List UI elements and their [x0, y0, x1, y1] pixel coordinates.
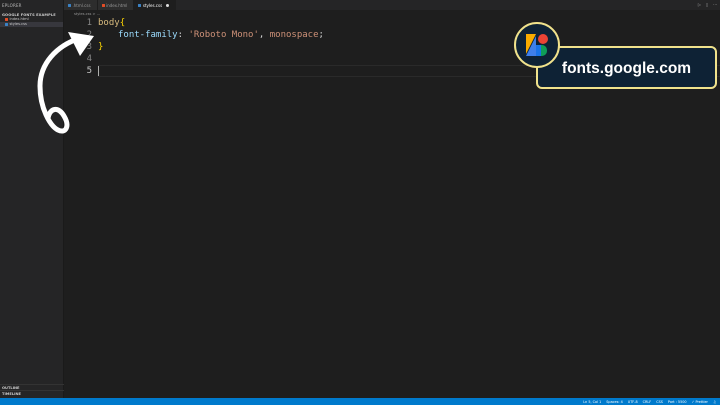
more-actions-icon[interactable]: ··· [713, 2, 717, 7]
curved-arrow-icon [37, 32, 94, 134]
css-file-icon [138, 3, 142, 7]
timeline-section[interactable]: TIMELINE [0, 390, 64, 396]
editor-tab-bar: .html.css index.html styles.css ▷ ▯ ··· [64, 0, 720, 10]
html-file-icon [5, 18, 8, 21]
close-brace: } [98, 42, 104, 52]
google-fonts-logo-graphic [526, 34, 548, 56]
notifications-bell-icon[interactable]: ♫ [713, 400, 716, 404]
fallback-font-value: monospace [269, 30, 319, 40]
tab-label: .html.css [72, 2, 91, 8]
tab-label: styles.css [142, 2, 163, 8]
badge-text: fonts.google.com [561, 59, 692, 77]
tab-label: index.html [106, 2, 128, 8]
status-line-ending[interactable]: CRLF [643, 400, 652, 404]
semicolon: ; [318, 30, 324, 40]
file-label: styles.css [9, 22, 27, 26]
unsaved-dot-icon[interactable] [166, 3, 170, 7]
run-icon[interactable]: ▷ [698, 2, 701, 7]
split-editor-icon[interactable]: ▯ [706, 2, 708, 7]
tab-html-css[interactable]: .html.css [64, 0, 98, 10]
html-file-icon [101, 3, 105, 7]
status-indentation[interactable]: Spaces: 4 [606, 400, 622, 404]
colon: : [177, 30, 189, 40]
css-file-icon [68, 3, 71, 7]
google-fonts-logo-icon [514, 22, 560, 68]
vscode-window: EPLORER GOOGLE FONTS EXAMPLE index.html … [0, 0, 720, 405]
status-bar: Ln 5, Col 1 Spaces: 4 UTF-8 CRLF CSS Por… [0, 398, 720, 405]
status-language[interactable]: CSS [656, 400, 663, 404]
open-brace: { [119, 18, 126, 28]
file-item-styles-css[interactable]: styles.css [0, 22, 63, 27]
css-selector: body [98, 18, 120, 28]
font-name-string: 'Roboto Mono' [188, 30, 259, 40]
breadcrumb[interactable]: styles.css > ... [64, 10, 720, 17]
tab-index-html[interactable]: index.html [97, 0, 135, 10]
project-folder-header[interactable]: GOOGLE FONTS EXAMPLE [0, 10, 63, 17]
status-prettier[interactable]: ✓ Prettier [692, 400, 708, 404]
explorer-title: EPLORER [2, 3, 22, 8]
text-cursor [98, 66, 99, 76]
line-number: 1 [86, 18, 92, 28]
css-property: font-family [118, 30, 178, 40]
status-encoding[interactable]: UTF-8 [628, 400, 638, 404]
css-file-icon [5, 23, 8, 26]
fonts-google-badge: fonts.google.com [536, 46, 717, 89]
tab-styles-css[interactable]: styles.css [134, 0, 177, 10]
status-live-server[interactable]: Port : 5500 [668, 400, 687, 404]
status-cursor-position[interactable]: Ln 5, Col 1 [583, 400, 601, 404]
comma: , [258, 30, 270, 40]
editor-actions: ▷ ▯ ··· [698, 2, 717, 7]
